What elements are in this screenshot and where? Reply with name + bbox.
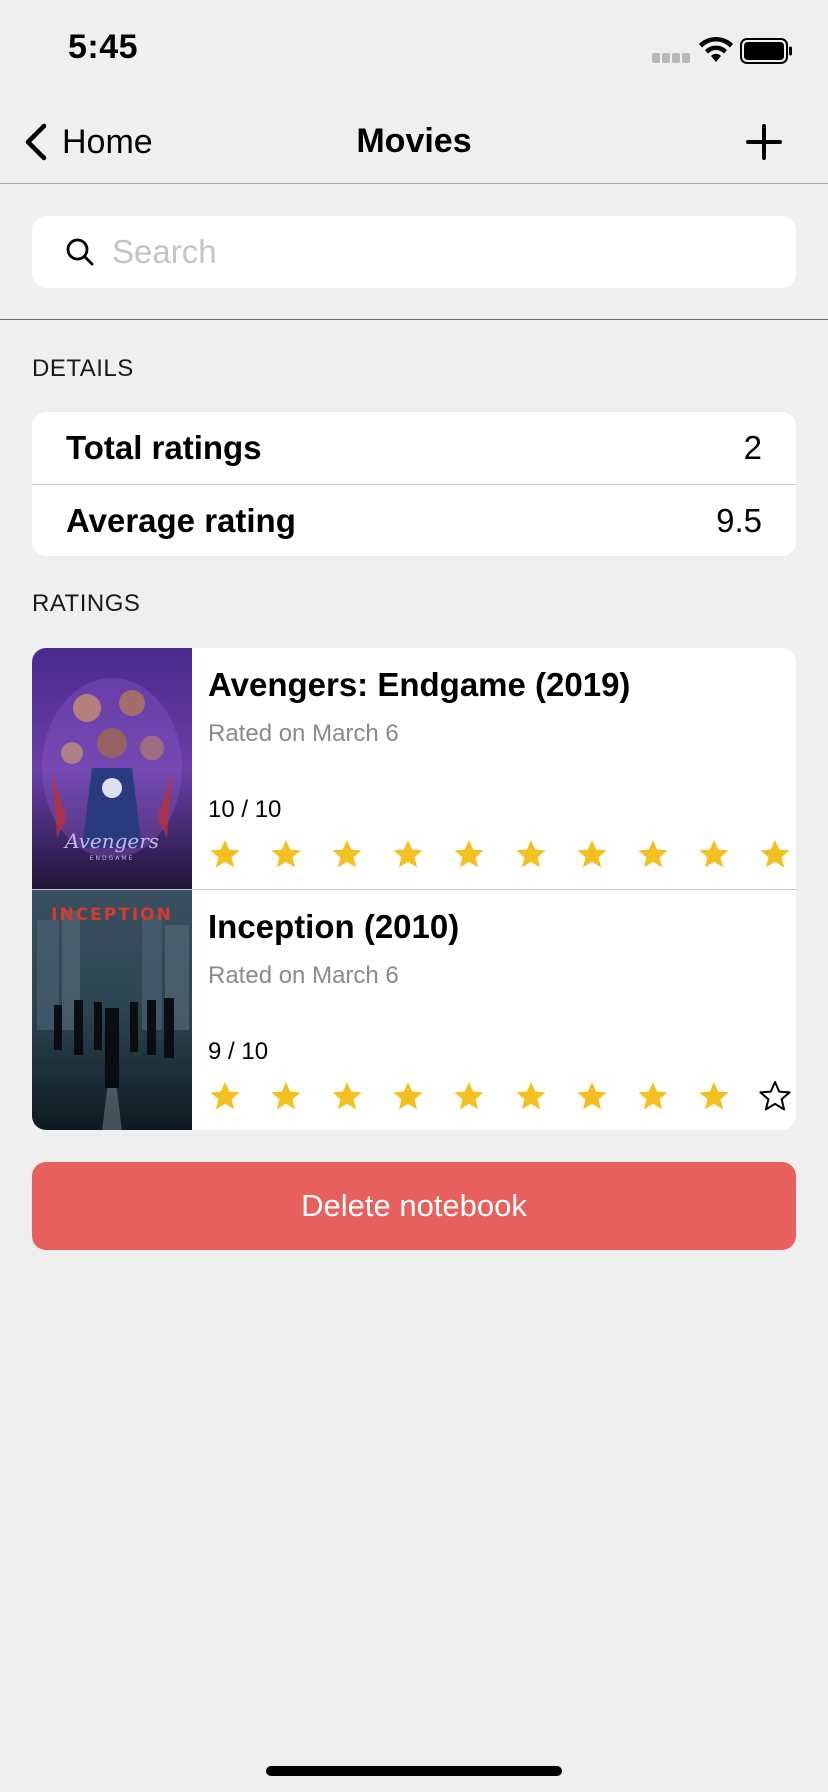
rating-score: 10 / 10	[208, 796, 282, 823]
star-filled-icon[interactable]	[208, 838, 242, 872]
movie-poster: INCEPTION	[32, 890, 192, 1130]
battery-icon	[740, 38, 792, 64]
star-filled-icon[interactable]	[636, 1080, 670, 1114]
detail-row-total-ratings: Total ratings 2	[32, 412, 796, 484]
star-filled-icon[interactable]	[514, 838, 548, 872]
star-filled-icon[interactable]	[269, 838, 303, 872]
cellular-signal-icon	[652, 53, 690, 63]
search-input[interactable]	[112, 233, 752, 271]
ratings-list: Avengers ENDGAME Avengers: Endgame (2019…	[32, 648, 796, 1130]
star-rating	[208, 1080, 792, 1120]
star-filled-icon[interactable]	[514, 1080, 548, 1114]
add-button[interactable]	[740, 118, 788, 166]
star-filled-icon[interactable]	[575, 838, 609, 872]
detail-value: 2	[743, 429, 762, 466]
detail-label: Total ratings	[66, 429, 262, 466]
star-filled-icon[interactable]	[575, 1080, 609, 1114]
movie-poster: Avengers ENDGAME	[32, 648, 192, 889]
star-filled-icon[interactable]	[758, 838, 792, 872]
navigation-bar: Home Movies	[0, 100, 828, 184]
movie-title: Avengers: Endgame (2019)	[208, 666, 631, 703]
star-filled-icon[interactable]	[330, 1080, 364, 1114]
svg-text:Avengers: Avengers	[63, 829, 159, 853]
svg-text:ENDGAME: ENDGAME	[90, 855, 135, 862]
status-time: 5:45	[68, 28, 139, 66]
search-bar[interactable]	[32, 216, 796, 288]
movie-title: Inception (2010)	[208, 908, 460, 945]
star-empty-icon[interactable]	[758, 1080, 792, 1114]
search-icon	[66, 238, 94, 266]
star-filled-icon[interactable]	[697, 838, 731, 872]
home-indicator	[266, 1766, 562, 1776]
detail-row-average-rating: Average rating 9.5	[32, 484, 796, 556]
star-filled-icon[interactable]	[391, 838, 425, 872]
star-filled-icon[interactable]	[697, 1080, 731, 1114]
star-filled-icon[interactable]	[452, 838, 486, 872]
star-filled-icon[interactable]	[391, 1080, 425, 1114]
star-filled-icon[interactable]	[636, 838, 670, 872]
rating-date: Rated on March 6	[208, 962, 399, 989]
search-area	[0, 184, 828, 320]
wifi-icon	[699, 36, 733, 62]
movies-screen: 5:45 Home Movies Search DETAILS Total ra…	[0, 0, 828, 1792]
star-rating	[208, 838, 792, 878]
detail-label: Average rating	[66, 501, 296, 539]
status-bar: 5:45	[0, 0, 828, 100]
details-section-header: DETAILS	[32, 355, 134, 382]
rating-score: 9 / 10	[208, 1038, 269, 1065]
ratings-section-header: RATINGS	[32, 590, 141, 617]
star-filled-icon[interactable]	[269, 1080, 303, 1114]
star-filled-icon[interactable]	[330, 838, 364, 872]
rating-date: Rated on March 6	[208, 720, 399, 747]
page-title: Movies	[356, 122, 472, 160]
star-filled-icon[interactable]	[452, 1080, 486, 1114]
delete-notebook-button[interactable]: Delete notebook	[32, 1162, 796, 1250]
detail-value: 9.5	[716, 501, 762, 539]
poster-title: INCEPTION	[51, 905, 173, 925]
rating-item-avengers[interactable]: Avengers ENDGAME Avengers: Endgame (2019…	[32, 648, 796, 889]
rating-item-inception[interactable]: INCEPTION Inception (2010) Rated on Marc…	[32, 889, 796, 1130]
star-filled-icon[interactable]	[208, 1080, 242, 1114]
details-card: Total ratings 2 Average rating 9.5	[32, 412, 796, 556]
